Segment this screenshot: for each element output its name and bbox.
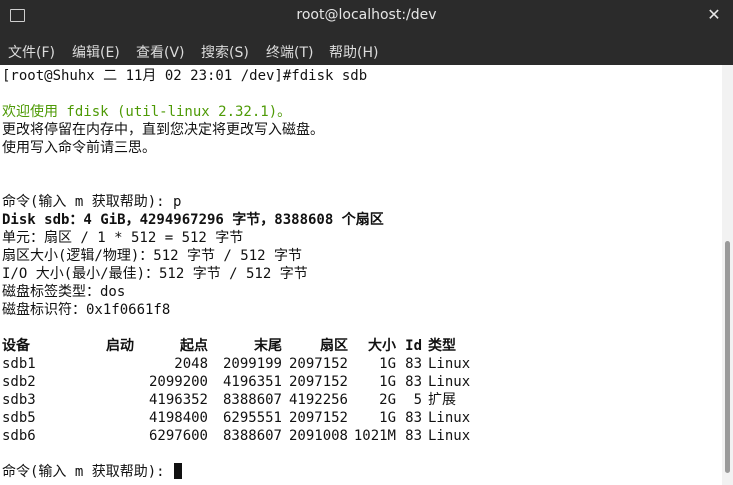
- scrollbar[interactable]: [722, 65, 733, 485]
- table-cell: 2091008: [288, 428, 348, 444]
- menu-terminal[interactable]: 终端(T): [266, 42, 313, 62]
- notice-line: 更改将停留在内存中，直到您决定将更改写入磁盘。: [2, 122, 324, 138]
- partition-table: 设备 启动 起点 末尾 扇区 大小 Id 类型 sdb1 2048 2099199 2…: [2, 337, 470, 445]
- identifier-line: 磁盘标识符：0x1f0661f8: [2, 302, 171, 318]
- table-cell: 1021M: [353, 428, 396, 444]
- table-cell: [94, 355, 134, 373]
- partition-table-header: 设备 启动 起点 末尾 扇区 大小 Id 类型: [2, 337, 470, 355]
- terminal-output[interactable]: [root@Shuhx 二 11月 02 23:01 /dev]#fdisk s…: [0, 65, 722, 485]
- final-prompt-text: 命令(输入 m 获取帮助):: [2, 464, 174, 480]
- units-line: 单元：扇区 / 1 * 512 = 512 字节: [2, 230, 244, 246]
- menu-view[interactable]: 查看(V): [136, 42, 185, 62]
- table-cell: sdb3: [2, 392, 36, 408]
- menu-help[interactable]: 帮助(H): [329, 42, 378, 62]
- prompt-line: [root@Shuhx 二 11月 02 23:01 /dev]#fdisk s…: [2, 68, 368, 84]
- menu-file[interactable]: 文件(F): [8, 42, 55, 62]
- table-row: sdb6 6297600 8388607 2091008 1021M 83 Linux: [2, 427, 470, 445]
- menu-bar: 文件(F) 编辑(E) 查看(V) 搜索(S) 终端(T) 帮助(H): [0, 33, 733, 65]
- final-prompt-line[interactable]: 命令(输入 m 获取帮助):: [2, 463, 183, 481]
- table-row: sdb1 2048 2099199 2097152 1G 83 Linux: [2, 355, 470, 373]
- table-cell: [94, 427, 134, 445]
- header-type: 类型: [428, 338, 456, 354]
- table-cell: Linux: [428, 428, 471, 444]
- table-cell: sdb1: [2, 356, 36, 372]
- table-cell: 83: [405, 356, 422, 372]
- scrollbar-thumb[interactable]: [725, 241, 730, 473]
- table-cell: 4196352: [148, 392, 208, 408]
- table-cell: 4196351: [222, 374, 282, 390]
- table-cell: 2048: [174, 356, 208, 372]
- header-device: 设备: [2, 338, 30, 354]
- header-start: 起点: [180, 338, 208, 354]
- welcome-line: 欢迎使用 fdisk (util-linux 2.32.1)。: [2, 104, 292, 120]
- title-bar[interactable]: root@localhost:/dev ✕: [0, 0, 733, 33]
- disk-info-line: Disk sdb：4 GiB，4294967296 字节，8388608 个扇区: [2, 212, 384, 228]
- table-cell: 扩展: [428, 392, 456, 408]
- table-cell: sdb2: [2, 374, 36, 390]
- table-cell: [94, 373, 134, 391]
- table-cell: 83: [405, 374, 422, 390]
- notice-line: 使用写入命令前请三思。: [2, 140, 156, 156]
- table-cell: 1G: [379, 410, 396, 426]
- label-type-line: 磁盘标签类型：dos: [2, 284, 126, 300]
- table-row: sdb3 4196352 8388607 4192256 2G 5 扩展: [2, 391, 470, 409]
- header-size: 大小: [368, 338, 396, 354]
- table-cell: Linux: [428, 374, 471, 390]
- sector-size-line: 扇区大小(逻辑/物理)：512 字节 / 512 字节: [2, 248, 303, 264]
- table-cell: 4198400: [148, 410, 208, 426]
- table-cell: sdb5: [2, 410, 36, 426]
- table-cell: 8388607: [222, 392, 282, 408]
- table-cell: 5: [413, 392, 422, 408]
- table-cell: 83: [405, 428, 422, 444]
- table-row: sdb2 2099200 4196351 2097152 1G 83 Linux: [2, 373, 470, 391]
- table-cell: 1G: [379, 356, 396, 372]
- table-cell: 2097152: [288, 356, 348, 372]
- table-cell: 6295551: [222, 410, 282, 426]
- command-line: 命令(输入 m 获取帮助): p: [2, 194, 182, 210]
- partition-table-body: sdb1 2048 2099199 2097152 1G 83 Linux sdb2 20992…: [2, 355, 470, 445]
- table-cell: 2099199: [222, 356, 282, 372]
- table-cell: [94, 391, 134, 409]
- header-boot: 启动: [106, 338, 134, 354]
- table-cell: Linux: [428, 410, 471, 426]
- table-cell: 6297600: [148, 428, 208, 444]
- terminal-window: root@localhost:/dev ✕ 文件(F) 编辑(E) 查看(V) …: [0, 0, 733, 485]
- table-cell: 2097152: [288, 410, 348, 426]
- header-id: Id: [405, 338, 422, 354]
- window-title: root@localhost:/dev: [296, 7, 437, 23]
- close-icon[interactable]: ✕: [705, 6, 723, 24]
- table-row: sdb5 4198400 6295551 2097152 1G 83 Linux: [2, 409, 470, 427]
- table-cell: 83: [405, 410, 422, 426]
- table-cell: 2097152: [288, 374, 348, 390]
- menu-search[interactable]: 搜索(S): [201, 42, 249, 62]
- table-cell: 8388607: [222, 428, 282, 444]
- table-cell: [94, 409, 134, 427]
- table-cell: 1G: [379, 374, 396, 390]
- header-end: 末尾: [254, 338, 282, 354]
- menu-edit[interactable]: 编辑(E): [72, 42, 120, 62]
- text-cursor: [174, 463, 183, 479]
- table-cell: 2G: [379, 392, 396, 408]
- io-size-line: I/O 大小(最小/最佳)：512 字节 / 512 字节: [2, 266, 308, 282]
- table-cell: 4192256: [288, 392, 348, 408]
- header-sectors: 扇区: [320, 338, 348, 354]
- table-cell: Linux: [428, 356, 471, 372]
- table-cell: sdb6: [2, 428, 36, 444]
- table-cell: 2099200: [148, 374, 208, 390]
